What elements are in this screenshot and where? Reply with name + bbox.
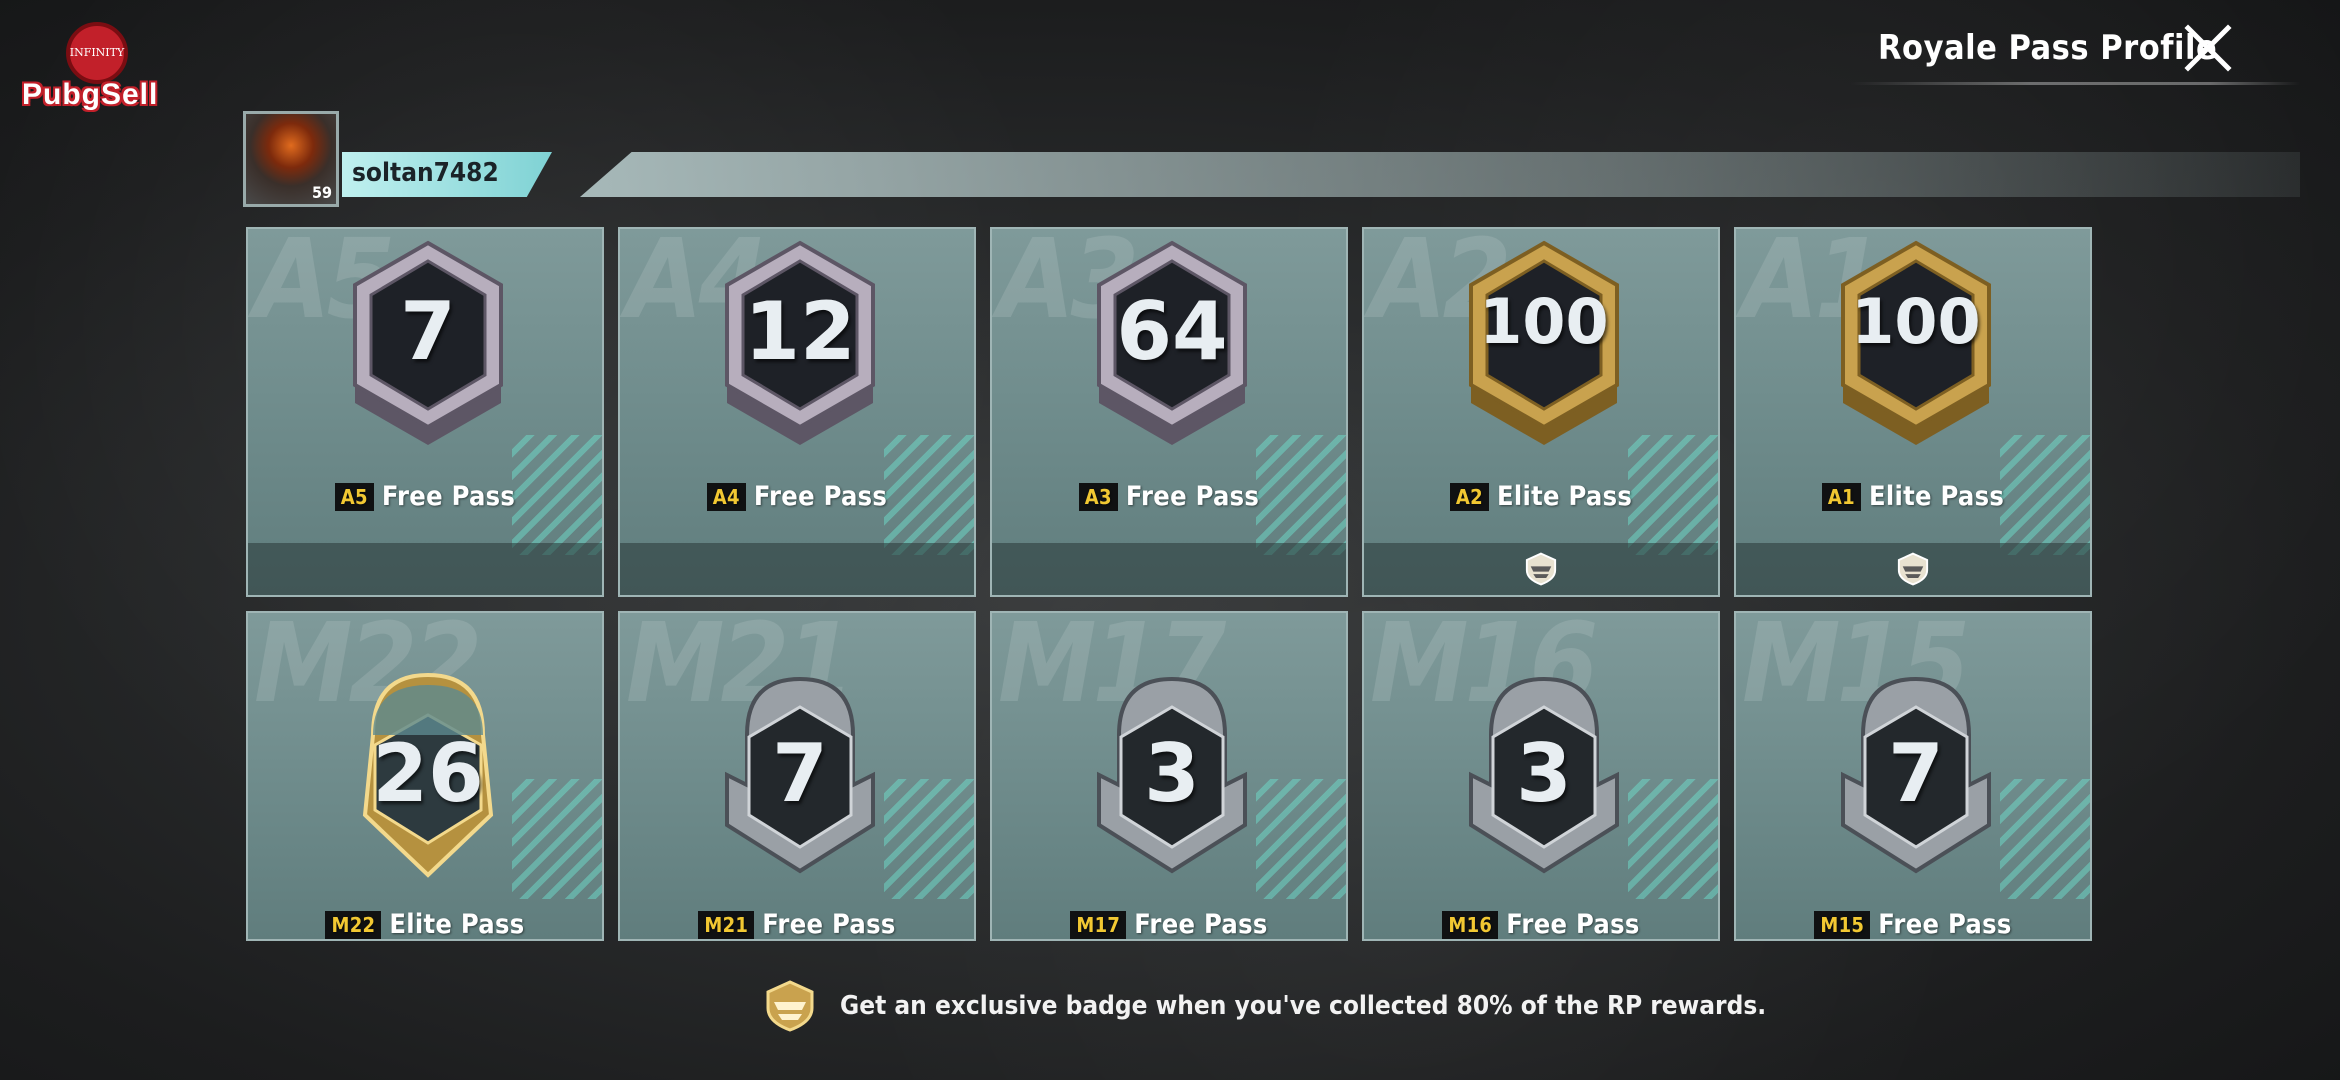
rank-badge-icon: 3 [1449, 665, 1639, 895]
badge-card-m21[interactable]: M21 7 M21 Free Pass [618, 611, 976, 941]
season-tag: A5 [334, 482, 374, 511]
avatar-level: 59 [311, 183, 332, 202]
elite-badge-icon [766, 980, 814, 1032]
decor-stripe [1256, 779, 1346, 899]
pass-type: Elite Pass [389, 909, 525, 940]
page-title: Royale Pass Profile [1878, 28, 2218, 68]
badge-number: 7 [1888, 727, 1944, 820]
pass-caption: M21 Free Pass [620, 909, 974, 940]
badge-number: 100 [1851, 285, 1981, 358]
badge-number: 64 [1116, 285, 1228, 378]
seal-icon: INFINITY [66, 22, 128, 84]
season-tag: M22 [325, 910, 382, 939]
pass-type: Free Pass [762, 909, 896, 940]
pass-caption: A5 Free Pass [248, 481, 602, 512]
footer-note-text: Get an exclusive badge when you've colle… [840, 991, 1767, 1021]
season-tag: M21 [698, 910, 755, 939]
pass-type: Free Pass [753, 481, 888, 512]
season-tag: M17 [1070, 910, 1127, 939]
pass-caption: M22 Elite Pass [248, 909, 602, 940]
decor-stripe [884, 779, 974, 899]
pass-type: Free Pass [381, 481, 516, 512]
card-footer [620, 543, 974, 595]
season-tag: M16 [1442, 910, 1499, 939]
rank-badge-icon: 12 [705, 235, 895, 465]
badge-number: 3 [1516, 727, 1572, 820]
badge-card-m22[interactable]: M22 26 M22 Elite Pass [246, 611, 604, 941]
season-tag: A1 [1821, 482, 1861, 511]
rank-badge-icon: 100 [1821, 235, 2011, 465]
badge-grid: A5 7 A5 Free Pass A4 12 A4 Free Pass A3 … [246, 227, 2092, 941]
pass-caption: A2 Elite Pass [1364, 481, 1718, 512]
badge-card-a1[interactable]: A1 100 A1 Elite Pass [1734, 227, 2092, 597]
pass-caption: M17 Free Pass [992, 909, 1346, 940]
profile-banner [580, 152, 2300, 197]
badge-number: 100 [1479, 285, 1609, 358]
rank-badge-icon: 7 [705, 665, 895, 895]
card-footer [248, 543, 602, 595]
badge-card-m15[interactable]: M15 7 M15 Free Pass [1734, 611, 2092, 941]
avatar[interactable]: 59 [243, 111, 339, 207]
close-icon [2184, 24, 2232, 72]
season-tag: A2 [1449, 482, 1489, 511]
rank-badge-icon: 3 [1077, 665, 1267, 895]
badge-card-a5[interactable]: A5 7 A5 Free Pass [246, 227, 604, 597]
header-divider [1850, 82, 2300, 85]
close-button[interactable] [2182, 22, 2234, 74]
badge-number: 12 [744, 285, 856, 378]
card-footer [1364, 543, 1718, 595]
pass-type: Free Pass [1134, 909, 1268, 940]
pass-type: Free Pass [1506, 909, 1640, 940]
card-footer [992, 543, 1346, 595]
decor-stripe [2000, 779, 2090, 899]
season-tag: A3 [1078, 482, 1118, 511]
pass-type: Free Pass [1878, 909, 2012, 940]
watermark-word: PubgSell [22, 78, 159, 111]
footer-note: Get an exclusive badge when you've colle… [760, 978, 1766, 1034]
badge-number: 26 [372, 727, 484, 820]
rank-badge-icon: 64 [1077, 235, 1267, 465]
badge-number: 7 [400, 285, 456, 378]
pass-type: Free Pass [1125, 481, 1260, 512]
elite-badge-icon [1897, 552, 1929, 586]
username: soltan7482 [352, 158, 499, 188]
pass-type: Elite Pass [1868, 481, 2005, 512]
rank-badge-icon: 7 [333, 235, 523, 465]
pass-type: Elite Pass [1496, 481, 1633, 512]
watermark-logo: INFINITY PubgSell [22, 22, 172, 112]
pass-caption: A3 Free Pass [992, 481, 1346, 512]
badge-card-a3[interactable]: A3 64 A3 Free Pass [990, 227, 1348, 597]
pass-caption: A4 Free Pass [620, 481, 974, 512]
badge-number: 7 [772, 727, 828, 820]
rank-badge-icon: 26 [333, 665, 523, 895]
rank-badge-icon: 7 [1821, 665, 2011, 895]
badge-card-m17[interactable]: M17 3 M17 Free Pass [990, 611, 1348, 941]
season-tag: M15 [1814, 910, 1871, 939]
pass-caption: M16 Free Pass [1364, 909, 1718, 940]
decor-stripe [1628, 779, 1718, 899]
season-tag: A4 [706, 482, 746, 511]
pass-caption: M15 Free Pass [1736, 909, 2090, 940]
decor-stripe [512, 779, 602, 899]
badge-card-a2[interactable]: A2 100 A2 Elite Pass [1362, 227, 1720, 597]
pass-caption: A1 Elite Pass [1736, 481, 2090, 512]
badge-card-m16[interactable]: M16 3 M16 Free Pass [1362, 611, 1720, 941]
elite-badge-icon [1525, 552, 1557, 586]
card-footer [1736, 543, 2090, 595]
rank-badge-icon: 100 [1449, 235, 1639, 465]
badge-number: 3 [1144, 727, 1200, 820]
badge-card-a4[interactable]: A4 12 A4 Free Pass [618, 227, 976, 597]
